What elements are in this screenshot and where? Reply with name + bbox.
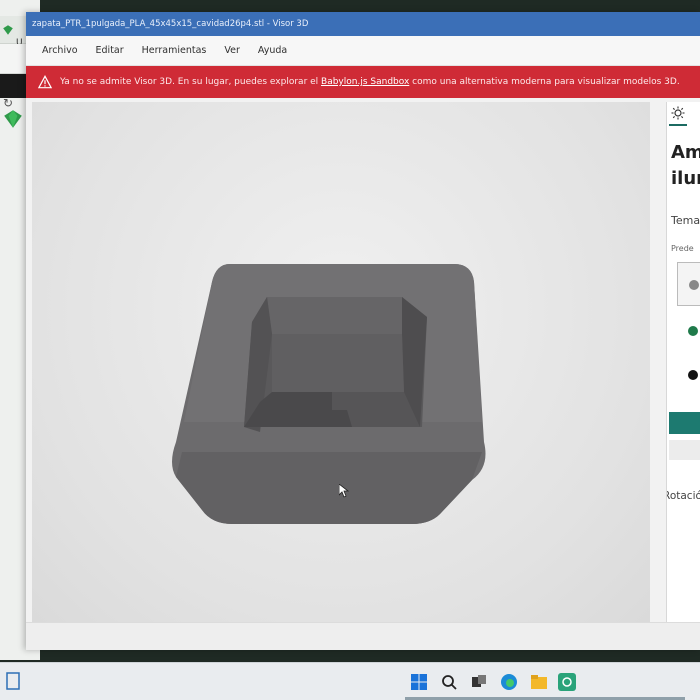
panel-heading: Am ilum [671, 140, 700, 192]
active-tab-indicator [669, 124, 687, 126]
menu-editar[interactable]: Editar [90, 42, 130, 59]
taskview-icon[interactable] [470, 673, 488, 691]
theme-section-label: Tema [671, 214, 700, 227]
status-bar [26, 622, 700, 650]
rotation-label: Rotació [667, 490, 700, 502]
panel-heading-line2: ilum [671, 168, 700, 189]
dark-preset-icon[interactable] [677, 358, 700, 392]
banner-text-before: Ya no se admite Visor 3D. En su lugar, p… [60, 77, 322, 87]
banner-text-after: como una alternativa moderna para visual… [409, 77, 680, 87]
banner-message: Ya no se admite Visor 3D. En su lugar, p… [60, 77, 680, 87]
green-preset-icon[interactable] [677, 314, 700, 348]
presets-label: Prede [671, 244, 694, 253]
search-icon[interactable] [440, 673, 458, 691]
gem-logo-icon [4, 110, 22, 128]
3d-viewer-icon[interactable] [558, 673, 576, 691]
menu-archivo[interactable]: Archivo [36, 42, 84, 59]
file-explorer-icon[interactable] [530, 673, 548, 691]
visor-3d-window: zapata_PTR_1pulgada_PLA_45x45x15_cavidad… [26, 12, 700, 650]
deprecation-banner: Ya no se admite Visor 3D. En su lugar, p… [26, 66, 700, 98]
sun-icon[interactable] [671, 106, 685, 120]
panel-heading-line1: Am [671, 142, 700, 163]
3d-viewport[interactable] [32, 102, 650, 622]
menu-ayuda[interactable]: Ayuda [252, 42, 293, 59]
taskbar [0, 662, 700, 700]
theme-preset-thumbnail[interactable] [677, 262, 700, 306]
window-title: zapata_PTR_1pulgada_PLA_45x45x15_cavidad… [32, 19, 309, 29]
title-bar: zapata_PTR_1pulgada_PLA_45x45x15_cavidad… [26, 12, 700, 36]
mouse-cursor-icon [339, 484, 349, 498]
lighting-panel: Am ilum Tema Prede Rotació ⧉ A [666, 102, 700, 650]
menu-bar: Archivo Editar Herramientas Ver Ayuda [26, 36, 700, 66]
preset-model-icon [689, 280, 699, 290]
warning-icon [38, 75, 52, 89]
menu-herramientas[interactable]: Herramientas [136, 42, 213, 59]
menu-ver[interactable]: Ver [218, 42, 246, 59]
widgets-icon[interactable] [6, 671, 20, 691]
edge-icon[interactable] [500, 673, 518, 691]
shield-app-icon [3, 25, 13, 35]
apply-theme-button[interactable] [669, 412, 700, 434]
windows-start-icon[interactable] [410, 673, 428, 691]
babylon-sandbox-link[interactable]: Babylon.js Sandbox [321, 77, 409, 87]
secondary-button[interactable] [669, 440, 700, 460]
